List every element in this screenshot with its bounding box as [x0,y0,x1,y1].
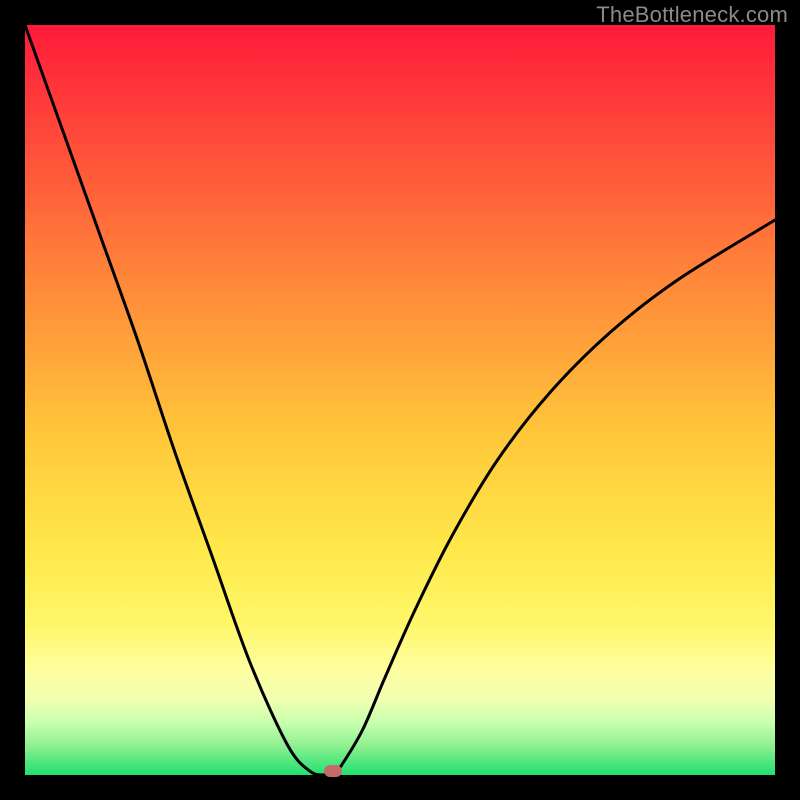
chart-frame: TheBottleneck.com [0,0,800,800]
bottleneck-curve [25,25,775,775]
curve-path [25,25,775,776]
plot-area [25,25,775,775]
optimum-marker [324,765,342,777]
